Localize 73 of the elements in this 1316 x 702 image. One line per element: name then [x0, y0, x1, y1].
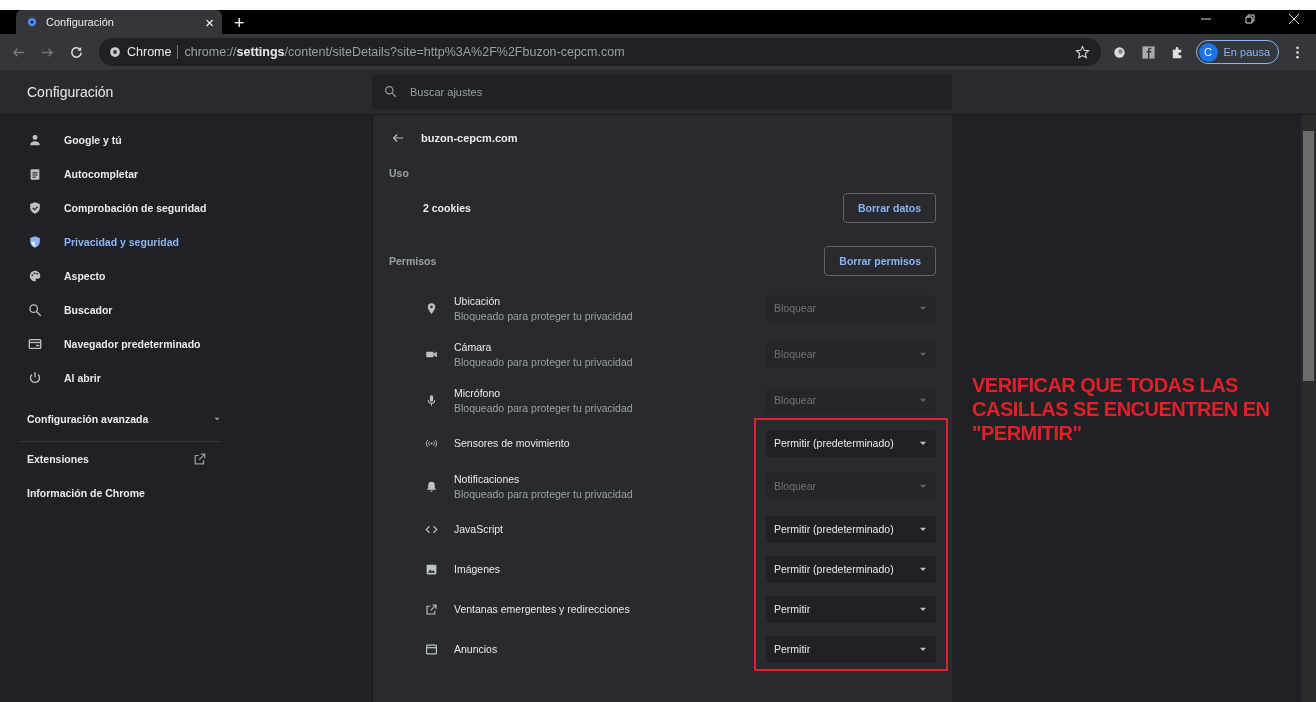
- sidebar-link[interactable]: Información de Chrome: [27, 476, 207, 510]
- close-icon[interactable]: [1288, 13, 1300, 25]
- scrollbar[interactable]: [1301, 115, 1316, 702]
- sidebar-item[interactable]: Autocompletar: [0, 157, 372, 191]
- restore-icon[interactable]: [1244, 13, 1256, 25]
- close-tab-button[interactable]: ×: [205, 14, 214, 30]
- shield-check-icon: [28, 201, 42, 215]
- browser-tab[interactable]: Configuración ×: [16, 10, 222, 34]
- url-text: chrome://settings/content/siteDetails?site=http%3A%2F%2Fbuzon-cepcm.com: [184, 45, 625, 59]
- clear-data-button[interactable]: Borrar datos: [843, 193, 936, 223]
- tab-title: Configuración: [46, 16, 115, 28]
- sidebar-item[interactable]: Al abrir: [0, 361, 372, 395]
- permission-dropdown[interactable]: Permitir: [766, 635, 936, 663]
- facebook-extension-icon[interactable]: [1140, 44, 1156, 60]
- person-icon: [28, 133, 42, 147]
- permission-name: Ventanas emergentes y redirecciones: [454, 603, 631, 615]
- ad-frame-icon: [425, 642, 438, 656]
- permission-name: Ubicación: [454, 294, 502, 307]
- circle-extension-icon[interactable]: [1111, 44, 1127, 60]
- permission-name: Sensores de movimiento: [454, 437, 571, 449]
- address-bar[interactable]: Chrome chrome://settings/content/siteDetails?site=http%3A%2F%2Fbuzon-cepcm.com: [99, 38, 1101, 66]
- permission-dropdown[interactable]: Permitir: [766, 595, 936, 623]
- search-icon: [28, 303, 42, 317]
- permission-note: Bloqueado para proteger tu privacidad: [454, 401, 634, 414]
- permission-note: Bloqueado para proteger tu privacidad: [454, 355, 634, 368]
- shield-icon: [28, 235, 42, 249]
- sidebar-link[interactable]: Extensiones: [27, 442, 207, 476]
- permission-dropdown[interactable]: Permitir (predeterminado): [766, 429, 936, 457]
- search-field[interactable]: Buscar ajustes: [372, 75, 952, 109]
- external-link-icon: [425, 602, 438, 616]
- sidebar-item[interactable]: Aspecto: [0, 259, 372, 293]
- sidebar-item[interactable]: Buscador: [0, 293, 372, 327]
- image-icon: [425, 562, 438, 576]
- clear-permissions-button[interactable]: Borrar permisos: [824, 246, 936, 276]
- browser-window-icon: [28, 337, 42, 351]
- sidebar-item[interactable]: Navegador predeterminado: [0, 327, 372, 361]
- cookies-count: 2 cookies: [423, 202, 471, 214]
- reload-icon[interactable]: [69, 44, 84, 60]
- permission-dropdown[interactable]: Permitir (predeterminado): [766, 555, 936, 583]
- permission-dropdown[interactable]: Permitir (predeterminado): [766, 515, 936, 543]
- permission-name: Micrófono: [454, 386, 502, 399]
- star-icon[interactable]: [1074, 44, 1090, 60]
- browser-logo-icon: [109, 46, 121, 58]
- advanced-settings-toggle[interactable]: Configuración avanzada: [27, 399, 222, 439]
- section-heading: Permisos: [389, 255, 437, 267]
- external-link-icon: [193, 452, 207, 466]
- permission-name: Imágenes: [454, 563, 502, 575]
- sidebar-item[interactable]: Comprobación de seguridad: [0, 191, 372, 225]
- page-title: Configuración: [26, 84, 115, 100]
- palette-icon: [28, 269, 42, 283]
- annotation-text: VERIFICAR QUE TODAS LAS CASILLAS SE ENCUENTREN EN "PERMITIR": [972, 373, 1271, 445]
- sidebar-item[interactable]: Privacidad y seguridad: [0, 225, 372, 259]
- scrollbar-thumb[interactable]: [1303, 131, 1314, 381]
- bell-icon: [425, 479, 438, 493]
- permission-name: Cámara: [454, 340, 493, 353]
- signal-waves-icon: [425, 436, 438, 450]
- new-tab-button[interactable]: +: [234, 14, 245, 32]
- section-heading: Uso: [389, 166, 410, 181]
- power-icon: [28, 371, 42, 385]
- permission-name: Anuncios: [454, 643, 499, 655]
- microphone-icon: [425, 393, 438, 407]
- permission-note: Bloqueado para proteger tu privacidad: [454, 309, 634, 322]
- site-label: Chrome: [127, 45, 172, 59]
- clipboard-icon: [28, 167, 42, 181]
- back-arrow-icon[interactable]: [391, 131, 405, 145]
- permission-note: Bloqueado para proteger tu privacidad: [454, 487, 634, 500]
- sidebar-item[interactable]: Google y tú: [0, 123, 372, 157]
- permission-name: Notificaciones: [454, 472, 521, 485]
- search-icon: [384, 85, 397, 98]
- permission-name: JavaScript: [454, 523, 505, 535]
- gear-icon: [26, 16, 38, 28]
- location-pin-icon: [425, 301, 438, 315]
- site-title: buzon-cepcm.com: [421, 132, 518, 144]
